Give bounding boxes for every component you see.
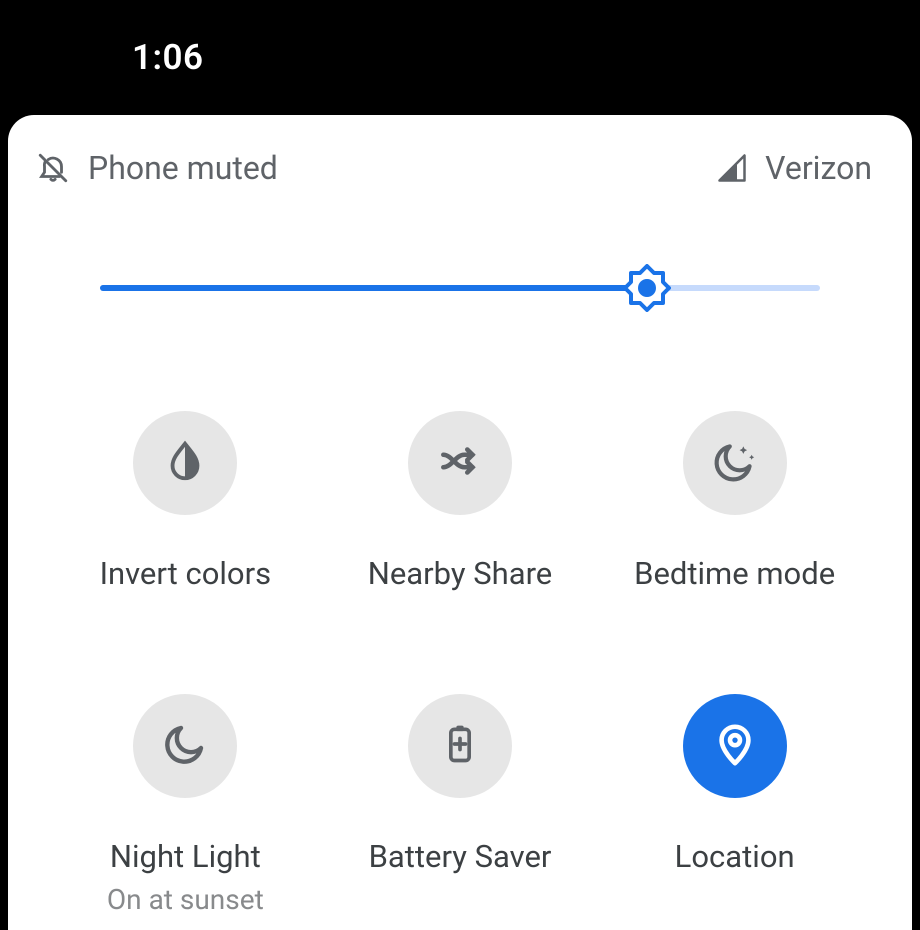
tile-button-bedtime-mode[interactable] <box>683 411 787 515</box>
quick-settings-grid: Invert colors Nearby Share <box>8 411 912 916</box>
brightness-icon <box>623 264 671 312</box>
tile-label: Bedtime mode <box>634 555 835 594</box>
bell-off-icon <box>36 151 70 185</box>
tile-label: Location <box>675 838 795 877</box>
tile-battery-saver: Battery Saver <box>323 694 598 916</box>
panel-header: Phone muted Verizon <box>8 149 912 187</box>
tile-invert-colors: Invert colors <box>48 411 323 594</box>
ringer-status-label: Phone muted <box>88 149 278 187</box>
tile-location: Location <box>597 694 872 916</box>
tile-label: Invert colors <box>100 555 272 594</box>
bedtime-mode-icon <box>710 436 760 490</box>
location-icon <box>712 721 758 771</box>
invert-colors-icon <box>162 438 208 488</box>
tile-bedtime-mode: Bedtime mode <box>597 411 872 594</box>
tile-label: Battery Saver <box>369 838 552 877</box>
brightness-thumb[interactable] <box>623 264 671 312</box>
tile-label: Night Light <box>110 838 261 877</box>
tile-button-battery-saver[interactable] <box>408 694 512 798</box>
signal-icon <box>717 153 747 183</box>
brightness-slider[interactable] <box>100 265 820 311</box>
night-light-icon <box>161 720 209 772</box>
tile-button-location[interactable] <box>683 694 787 798</box>
device-screen: 1:06 Phone muted <box>0 0 920 930</box>
battery-saver-icon <box>438 722 482 770</box>
carrier-status[interactable]: Verizon <box>717 149 872 187</box>
tile-label: Nearby Share <box>368 555 553 594</box>
status-time: 1:06 <box>132 37 204 78</box>
tile-button-night-light[interactable] <box>133 694 237 798</box>
ringer-status[interactable]: Phone muted <box>36 149 278 187</box>
tile-button-nearby-share[interactable] <box>408 411 512 515</box>
tile-button-invert-colors[interactable] <box>133 411 237 515</box>
brightness-track-fill <box>100 285 647 291</box>
carrier-label: Verizon <box>765 149 872 187</box>
quick-settings-panel: Phone muted Verizon <box>8 115 912 930</box>
tile-sublabel: On at sunset <box>107 883 264 916</box>
status-bar: 1:06 <box>0 0 920 115</box>
nearby-share-icon <box>435 436 485 490</box>
tile-night-light: Night Light On at sunset <box>48 694 323 916</box>
tile-nearby-share: Nearby Share <box>323 411 598 594</box>
